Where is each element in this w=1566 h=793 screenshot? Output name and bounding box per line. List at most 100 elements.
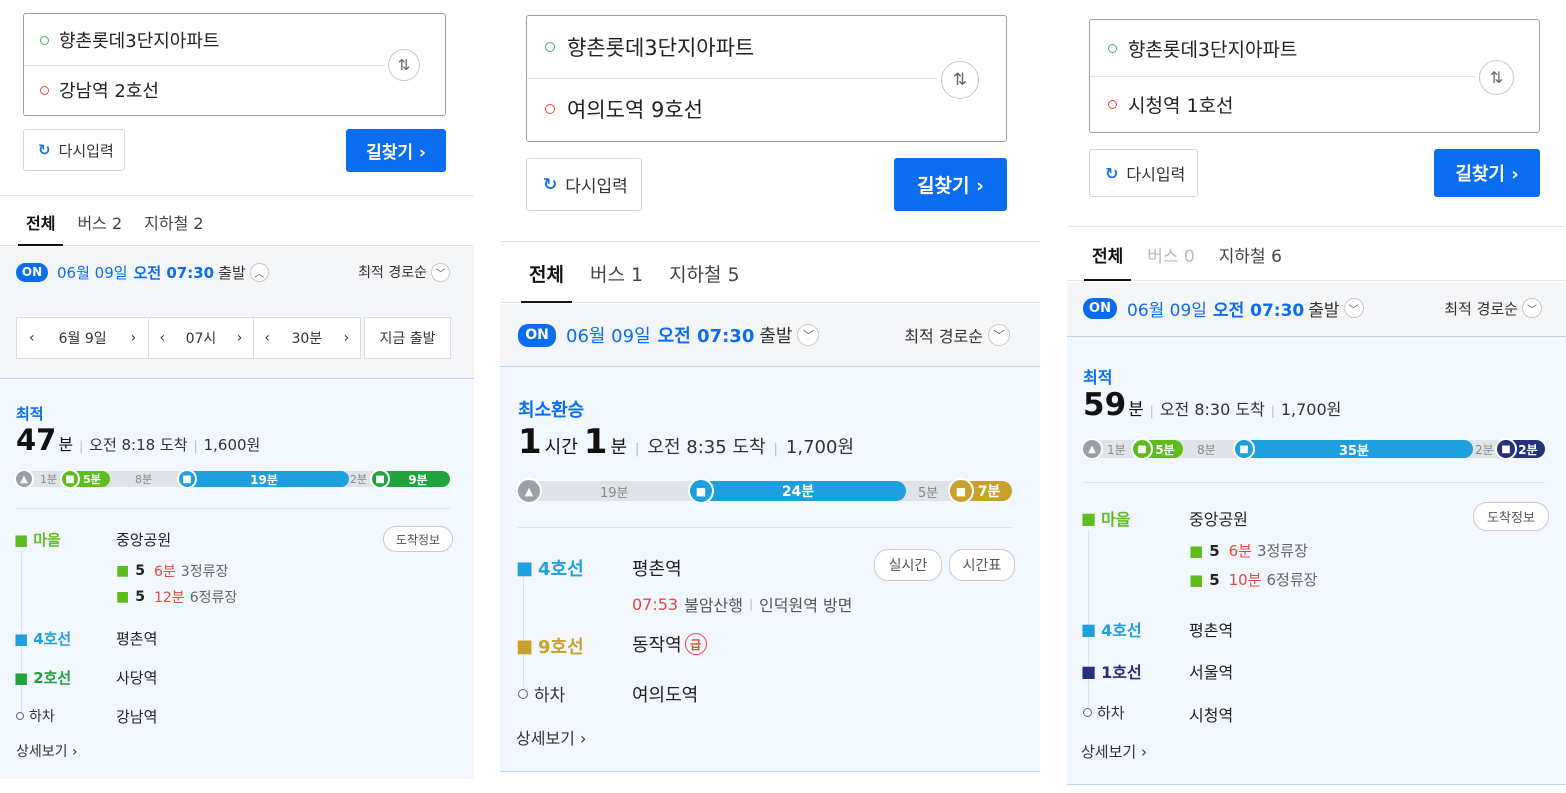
tab-all[interactable]: 전체 bbox=[1083, 229, 1132, 281]
reset-input-button[interactable]: ↻ 다시입력 bbox=[526, 158, 642, 211]
tab-all[interactable]: 전체 bbox=[521, 244, 572, 303]
chevron-right-icon[interactable]: › bbox=[131, 330, 137, 346]
chevron-left-icon[interactable]: ‹ bbox=[264, 330, 270, 346]
reset-label: 다시입력 bbox=[1126, 165, 1186, 184]
details-link[interactable]: 상세보기 › bbox=[1081, 741, 1147, 762]
arrival-info-button[interactable]: 도착정보 bbox=[383, 526, 453, 552]
subway-icon: ■ bbox=[1495, 438, 1517, 460]
tab-bus[interactable]: 버스 0 bbox=[1147, 229, 1195, 280]
bus-eta: 6분 bbox=[1228, 542, 1252, 560]
bus-icon: ■ bbox=[116, 589, 130, 605]
bus-eta: 10분 bbox=[1228, 571, 1262, 589]
swap-arrows-icon[interactable]: ⇅ bbox=[388, 49, 420, 81]
on-badge[interactable]: ON bbox=[518, 323, 556, 347]
separator: | bbox=[635, 442, 640, 457]
details-link[interactable]: 상세보기 › bbox=[516, 725, 586, 749]
refresh-icon: ↻ bbox=[38, 141, 51, 159]
realtime-button[interactable]: 실시간 bbox=[874, 549, 942, 581]
sort-dropdown[interactable]: 최적 경로순 ﹀ bbox=[1444, 295, 1542, 321]
walk-time: 1분 bbox=[40, 473, 58, 486]
departure-suffix: 출발 bbox=[218, 263, 246, 282]
bus-icon: ■ bbox=[14, 530, 29, 549]
arrival-info-button[interactable]: 도착정보 bbox=[1473, 502, 1549, 531]
walk-icon: ▲ bbox=[516, 478, 542, 504]
route-connector-line bbox=[523, 577, 524, 687]
origin-field[interactable]: 향촌롯데3단지아파트 bbox=[1090, 32, 1539, 64]
step-station: 평촌역 bbox=[632, 559, 682, 580]
divider bbox=[518, 527, 1012, 528]
route-panel-3: 향촌롯데3단지아파트 시청역 1호선 ⇅ ↻ 다시입력 길찾기 › 전체 버스 … bbox=[1067, 0, 1566, 793]
duration-unit: 분 bbox=[1128, 400, 1144, 420]
route-type-label: 최적 bbox=[16, 405, 44, 423]
bus-icon: ■ bbox=[1189, 570, 1204, 589]
destination-field[interactable]: 시청역 1호선 bbox=[1090, 88, 1539, 120]
alight-dot-icon bbox=[1083, 708, 1092, 717]
on-badge[interactable]: ON bbox=[16, 262, 48, 282]
departure-area: ON 06월 09일 오전 07:30 출발 ﹀ 최적 경로순 ﹀ bbox=[500, 304, 1040, 366]
chevron-right-icon[interactable]: › bbox=[237, 330, 243, 346]
tab-all[interactable]: 전체 bbox=[17, 198, 65, 246]
destination-text: 여의도역 9호선 bbox=[567, 98, 703, 122]
swap-arrows-icon[interactable]: ⇅ bbox=[941, 61, 979, 99]
find-route-button[interactable]: 길찾기 › bbox=[346, 129, 446, 172]
bus-number: 5 bbox=[135, 563, 145, 579]
separator: | bbox=[749, 597, 754, 611]
tab-subway[interactable]: 지하철 2 bbox=[144, 198, 203, 245]
subway-icon: ■ bbox=[370, 469, 390, 489]
find-route-button[interactable]: 길찾기 › bbox=[1434, 149, 1540, 197]
chevron-down-icon: ﹀ bbox=[431, 262, 450, 282]
refresh-icon: ↻ bbox=[543, 174, 558, 195]
route-result[interactable]: 최적 59 분 | 오전 8:30 도착 | 1,700원 ▲ 1분 5분 ■ … bbox=[1067, 337, 1566, 784]
sort-dropdown[interactable]: 최적 경로순 ﹀ bbox=[904, 321, 1010, 349]
tab-subway[interactable]: 지하철 5 bbox=[669, 244, 740, 302]
step-station: 사당역 bbox=[116, 669, 158, 687]
details-link[interactable]: 상세보기 › bbox=[16, 741, 78, 761]
departure-time: 오전 07:30 bbox=[657, 326, 755, 347]
chevron-left-icon[interactable]: ‹ bbox=[29, 330, 35, 346]
minute-stepper[interactable]: ‹ 30분 › bbox=[254, 318, 360, 358]
chevron-left-icon[interactable]: ‹ bbox=[159, 330, 165, 346]
chevron-up-icon[interactable]: ︿ bbox=[249, 262, 269, 282]
destination-field[interactable]: 여의도역 9호선 bbox=[527, 92, 1006, 126]
tab-bus[interactable]: 버스 1 bbox=[590, 244, 643, 302]
swap-arrows-icon[interactable]: ⇅ bbox=[1479, 60, 1514, 95]
divider bbox=[24, 65, 384, 66]
destination-field[interactable]: 강남역 2호선 bbox=[24, 76, 445, 104]
step-mode-label: 1호선 bbox=[1101, 663, 1142, 682]
subway-icon: ■ bbox=[1081, 619, 1097, 639]
divider bbox=[1083, 482, 1545, 483]
sort-label: 최적 경로순 bbox=[358, 265, 427, 281]
chevron-right-icon[interactable]: › bbox=[344, 330, 350, 346]
on-badge[interactable]: ON bbox=[1083, 297, 1117, 319]
sort-dropdown[interactable]: 최적 경로순 ﹀ bbox=[358, 260, 450, 284]
bus-time: 5분 bbox=[83, 473, 101, 486]
find-route-button[interactable]: 길찾기 › bbox=[894, 158, 1007, 211]
route-result[interactable]: 최소환승 1 시간 1 분 | 오전 8:35 도착 | 1,700원 ▲ 19… bbox=[500, 367, 1040, 771]
origin-field[interactable]: 향촌롯데3단지아파트 bbox=[527, 30, 1006, 64]
reset-input-button[interactable]: ↻ 다시입력 bbox=[1089, 149, 1198, 197]
tab-subway[interactable]: 지하철 6 bbox=[1219, 229, 1282, 280]
arrival-time: 오전 8:30 도착 bbox=[1159, 400, 1265, 419]
hour-stepper[interactable]: ‹ 07시 › bbox=[149, 318, 254, 358]
train-departure-time: 07:53 bbox=[632, 594, 679, 614]
line4-time: 35분 bbox=[1338, 443, 1370, 459]
step-mode-line4: ■ 4호선 bbox=[14, 628, 71, 649]
departure-time: 오전 07:30 bbox=[1212, 300, 1305, 321]
result-tabs: 전체 버스 2 지하철 2 bbox=[0, 198, 474, 246]
origin-dot-icon bbox=[545, 42, 555, 52]
duration-value: 59 bbox=[1083, 387, 1127, 423]
departure-time: 오전 07:30 bbox=[133, 263, 215, 282]
route-summary: 47 분 | 오전 8:18 도착 | 1,600원 bbox=[16, 423, 260, 457]
tab-bus[interactable]: 버스 2 bbox=[77, 198, 122, 245]
wait-time: 2분 bbox=[350, 473, 368, 486]
separator: | bbox=[773, 442, 778, 457]
route-result[interactable]: 최적 47 분 | 오전 8:18 도착 | 1,600원 ▲ 1분 5분 ■ … bbox=[0, 379, 474, 779]
timetable-button[interactable]: 시간표 bbox=[949, 549, 1015, 581]
chevron-down-icon[interactable]: ﹀ bbox=[797, 324, 820, 346]
bus-icon: ■ bbox=[1131, 438, 1153, 460]
origin-field[interactable]: 향촌롯데3단지아파트 bbox=[24, 26, 445, 54]
chevron-down-icon[interactable]: ﹀ bbox=[1343, 298, 1364, 318]
depart-now-button[interactable]: 지금 출발 bbox=[364, 317, 451, 359]
date-stepper[interactable]: ‹ 6월 9일 › bbox=[17, 318, 150, 358]
reset-input-button[interactable]: ↻ 다시입력 bbox=[23, 129, 125, 171]
